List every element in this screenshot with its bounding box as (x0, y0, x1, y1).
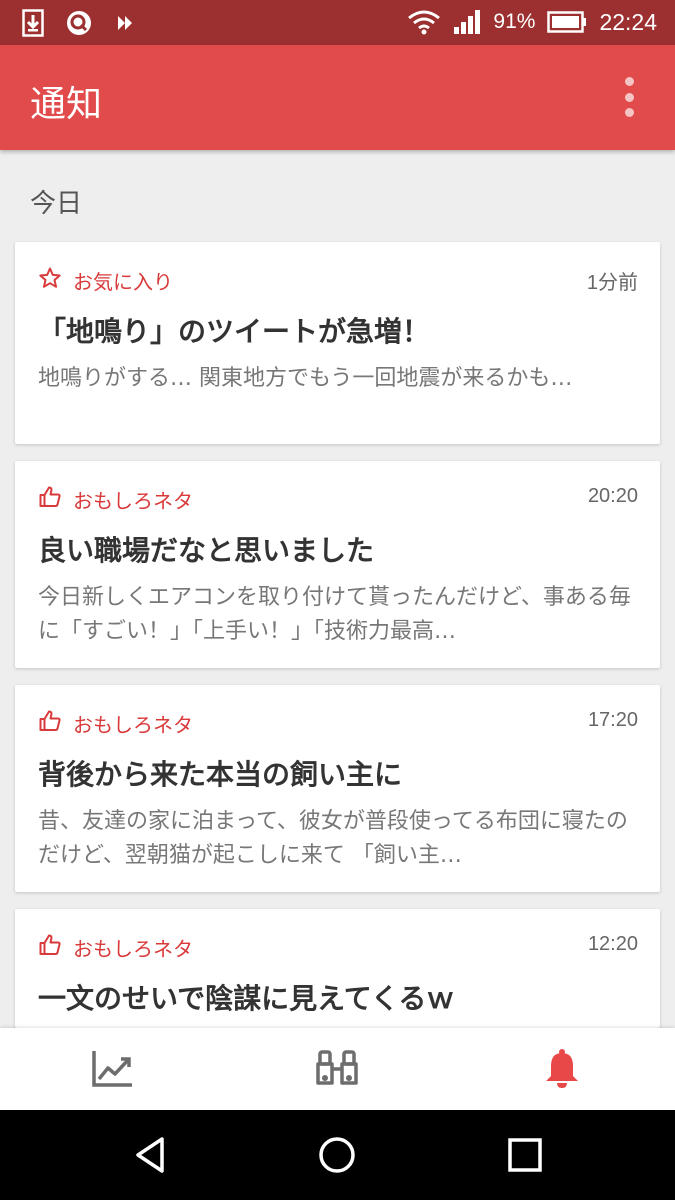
notification-time: 17:20 (587, 709, 638, 731)
more-dot (624, 77, 634, 86)
nav-trending[interactable] (87, 1044, 137, 1094)
nav-discover[interactable] (312, 1044, 362, 1094)
status-time: 22:24 (599, 8, 657, 35)
battery-percent: 91% (493, 10, 536, 33)
home-icon[interactable] (317, 1135, 357, 1175)
thumbs-up-icon (39, 486, 61, 507)
notification-card[interactable]: お気に入り 1分前 「地鳴り」のツイートが急増！ 地鳴りがする… 関東地方でもう… (15, 242, 660, 444)
battery-icon (547, 11, 587, 33)
signal-icon (454, 10, 481, 34)
notification-headline: 「地鳴り」のツイートが急増！ (38, 315, 431, 348)
search-app-icon (67, 11, 91, 35)
notification-card[interactable]: おもしろネタ 17:20 背後から来た本当の飼い主に 昔、友達の家に泊まって、彼… (15, 685, 660, 892)
notification-headline: 一文のせいで陰謀に見えてくるｗ (38, 982, 455, 1015)
recents-icon[interactable] (505, 1135, 545, 1175)
notification-headline: 背後から来た本当の飼い主に (38, 758, 403, 791)
more-dot (624, 108, 634, 117)
status-bar: 91% 22:24 (0, 0, 675, 45)
thumbs-up-icon (39, 710, 61, 731)
notification-category: おもしろネタ (73, 937, 193, 961)
system-nav-bar (0, 1110, 675, 1200)
thumbs-up-icon (39, 934, 61, 955)
more-dot (624, 92, 634, 102)
notification-category: おもしろネタ (73, 713, 193, 737)
notification-card[interactable]: おもしろネタ 12:20 一文のせいで陰謀に見えてくるｗ (15, 909, 660, 1028)
star-icon (39, 267, 61, 288)
notification-snippet: 昔、友達の家に泊まって、彼女が普段使ってる布団に寝たのだけど、翌朝猫が起こしに来… (38, 809, 628, 868)
page-title: 通知 (30, 84, 103, 125)
more-vertical-icon[interactable] (623, 77, 635, 117)
notification-time: 12:20 (587, 933, 638, 955)
notification-category: お気に入り (73, 270, 173, 294)
bottom-nav (0, 1028, 675, 1110)
status-right-area: 91% 22:24 (407, 6, 657, 38)
trending-icon (92, 1051, 132, 1087)
notification-snippet: 地鳴りがする… 関東地方でもう一回地震が来るかも… (38, 366, 573, 391)
notification-card[interactable]: おもしろネタ 20:20 良い職場だなと思いました 今日新しくエアコンを取り付け… (15, 461, 660, 668)
notification-headline: 良い職場だなと思いました (38, 534, 375, 567)
app-bar: 通知 (0, 45, 675, 150)
notification-time: 1分前 (586, 272, 638, 294)
notification-time: 20:20 (587, 485, 638, 507)
notification-category: おもしろネタ (73, 489, 193, 513)
status-left-icons (22, 8, 136, 38)
download-icon (22, 9, 44, 37)
section-label-today: 今日 (30, 189, 83, 219)
app-logo-icon (118, 16, 132, 30)
notification-snippet: 今日新しくエアコンを取り付けて貰ったんだけど、事ある毎に「すごい！」「上手い！」… (38, 585, 631, 644)
bell-icon (546, 1049, 578, 1088)
binoculars-icon (316, 1050, 358, 1085)
nav-notifications[interactable] (537, 1044, 587, 1094)
wifi-icon (408, 10, 441, 35)
back-icon[interactable] (130, 1135, 170, 1175)
